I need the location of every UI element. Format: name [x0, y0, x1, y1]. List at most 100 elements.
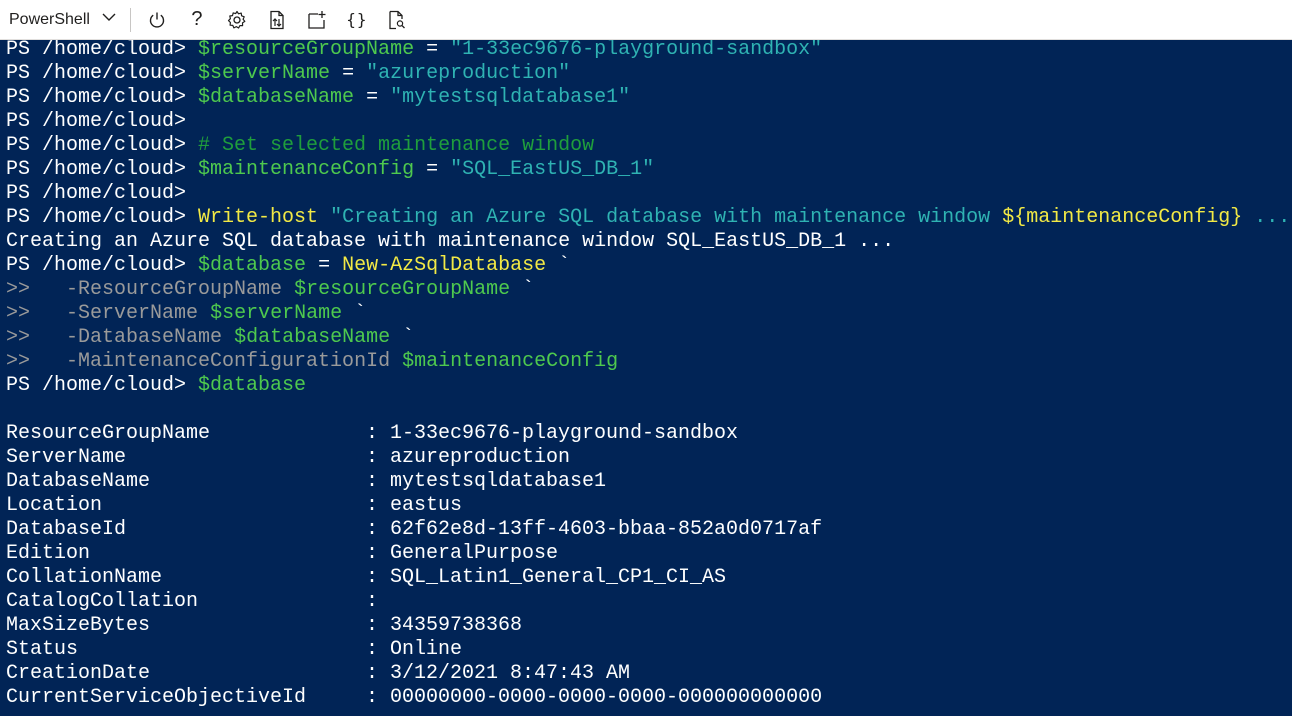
- database-properties: ResourceGroupName:1-33ec9676-playground-…: [6, 422, 1286, 710]
- property-separator: :: [366, 518, 379, 541]
- terminal-line: >> -ResourceGroupName $resourceGroupName…: [6, 278, 1290, 302]
- property-separator: :: [366, 590, 379, 613]
- help-icon: ?: [191, 8, 203, 30]
- terminal-token: `: [342, 302, 367, 325]
- terminal-token: "azureproduction": [366, 62, 571, 85]
- property-value: eastus: [390, 494, 463, 517]
- terminal-token: ...: [1242, 206, 1291, 229]
- terminal-token: PS /home/cloud>: [6, 374, 199, 397]
- property-value: 3/12/2021 8:47:43 AM: [390, 662, 631, 685]
- terminal-token: =: [306, 254, 343, 277]
- terminal-token: >>: [6, 278, 67, 301]
- terminal-line: PS /home/cloud> $serverName = "azureprod…: [6, 62, 1290, 86]
- editor-button[interactable]: {}: [337, 0, 377, 40]
- terminal-token: $maintenanceConfig: [198, 158, 415, 181]
- property-name: Status: [6, 638, 79, 661]
- gear-icon: [227, 10, 247, 30]
- terminal-line: PS /home/cloud> Write-host "Creating an …: [6, 206, 1290, 230]
- restart-button[interactable]: [137, 0, 177, 40]
- property-name: DatabaseId: [6, 518, 127, 541]
- terminal[interactable]: PS /home/cloud> $resourceGroupName = "1-…: [0, 40, 1292, 716]
- terminal-line: PS /home/cloud> $database = New-AzSqlDat…: [6, 254, 1290, 278]
- terminal-token: `: [546, 254, 571, 277]
- terminal-token: `: [510, 278, 535, 301]
- property-value: Online: [390, 638, 463, 661]
- terminal-token: Write-host: [198, 206, 319, 229]
- terminal-token: =: [354, 86, 391, 109]
- terminal-line: >> -MaintenanceConfigurationId $maintena…: [6, 350, 1290, 374]
- shell-type-dropdown[interactable]: PowerShell: [0, 0, 126, 40]
- property-row: CatalogCollation:: [6, 590, 1286, 614]
- terminal-token: ${maintenanceConfig}: [1002, 206, 1243, 229]
- terminal-token: $databaseName: [234, 326, 391, 349]
- terminal-token: =: [414, 40, 451, 61]
- terminal-token: PS /home/cloud>: [6, 110, 199, 133]
- property-separator: :: [366, 566, 379, 589]
- terminal-token: >>: [6, 302, 67, 325]
- property-separator: :: [366, 614, 379, 637]
- terminal-line: PS /home/cloud> $database: [6, 374, 1290, 398]
- terminal-token: "SQL_EastUS_DB_1": [450, 158, 655, 181]
- property-value: GeneralPurpose: [390, 542, 559, 565]
- property-row: DatabaseId:62f62e8d-13ff-4603-bbaa-852a0…: [6, 518, 1286, 542]
- help-button[interactable]: ?: [177, 0, 217, 40]
- property-name: ServerName: [6, 446, 127, 469]
- property-name: MaxSizeBytes: [6, 614, 151, 637]
- terminal-token: PS /home/cloud>: [6, 254, 199, 277]
- property-name: CurrentServiceObjectiveId: [6, 686, 307, 709]
- terminal-token: "mytestsqldatabase1": [390, 86, 631, 109]
- file-transfer-icon: [267, 10, 287, 30]
- property-row: DatabaseName: mytestsqldatabase1: [6, 470, 1286, 494]
- terminal-token: PS /home/cloud>: [6, 206, 199, 229]
- new-session-icon: [307, 10, 327, 30]
- new-session-button[interactable]: [297, 0, 337, 40]
- web-preview-icon: [387, 10, 407, 30]
- terminal-token: $maintenanceConfig: [402, 350, 619, 373]
- property-name: CatalogCollation: [6, 590, 199, 613]
- terminal-line: PS /home/cloud> $resourceGroupName = "1-…: [6, 40, 1290, 62]
- property-row: CollationName: SQL_Latin1_General_CP1_CI_…: [6, 566, 1286, 590]
- shell-type-label: PowerShell: [9, 10, 90, 28]
- terminal-token: PS /home/cloud>: [6, 158, 199, 181]
- property-value: 1-33ec9676-playground-sandbox: [390, 422, 739, 445]
- upload-download-button[interactable]: [257, 0, 297, 40]
- terminal-line: Creating an Azure SQL database with main…: [6, 230, 1290, 254]
- property-separator: :: [366, 542, 379, 565]
- settings-button[interactable]: [217, 0, 257, 40]
- property-row: Status: Online: [6, 638, 1286, 662]
- property-name: DatabaseName: [6, 470, 151, 493]
- terminal-token: `: [390, 326, 415, 349]
- property-separator: :: [366, 422, 379, 445]
- terminal-token: PS /home/cloud>: [6, 134, 199, 157]
- property-name: CreationDate: [6, 662, 151, 685]
- toolbar-divider: [129, 7, 131, 32]
- terminal-token: =: [414, 158, 451, 181]
- terminal-token: "1-33ec9676-playground-sandbox": [450, 40, 823, 61]
- property-row: CurrentServiceObjectiveId:00000000-0000-…: [6, 686, 1286, 710]
- terminal-output: PS /home/cloud> $resourceGroupName = "1-…: [6, 40, 1290, 398]
- property-separator: :: [366, 686, 379, 709]
- terminal-token: $database: [198, 254, 307, 277]
- property-value: mytestsqldatabase1: [390, 470, 607, 493]
- terminal-token: $serverName: [198, 62, 331, 85]
- terminal-line: >> -DatabaseName $databaseName `: [6, 326, 1290, 350]
- property-separator: :: [366, 446, 379, 469]
- property-row: ServerName: azureproduction: [6, 446, 1286, 470]
- terminal-line: PS /home/cloud>: [6, 110, 1290, 134]
- web-preview-button[interactable]: [377, 0, 417, 40]
- chevron-down-icon: [101, 9, 117, 30]
- terminal-token: # Set selected maintenance window: [198, 134, 595, 157]
- property-name: Location: [6, 494, 103, 517]
- terminal-token: PS /home/cloud>: [6, 86, 199, 109]
- property-name: CollationName: [6, 566, 163, 589]
- terminal-token: >>: [6, 326, 67, 349]
- braces-icon: {}: [346, 10, 368, 29]
- property-separator: :: [366, 638, 379, 661]
- terminal-token: =: [330, 62, 367, 85]
- cloud-shell-toolbar: PowerShell ? {}: [0, 0, 1292, 40]
- terminal-token: PS /home/cloud>: [6, 182, 199, 205]
